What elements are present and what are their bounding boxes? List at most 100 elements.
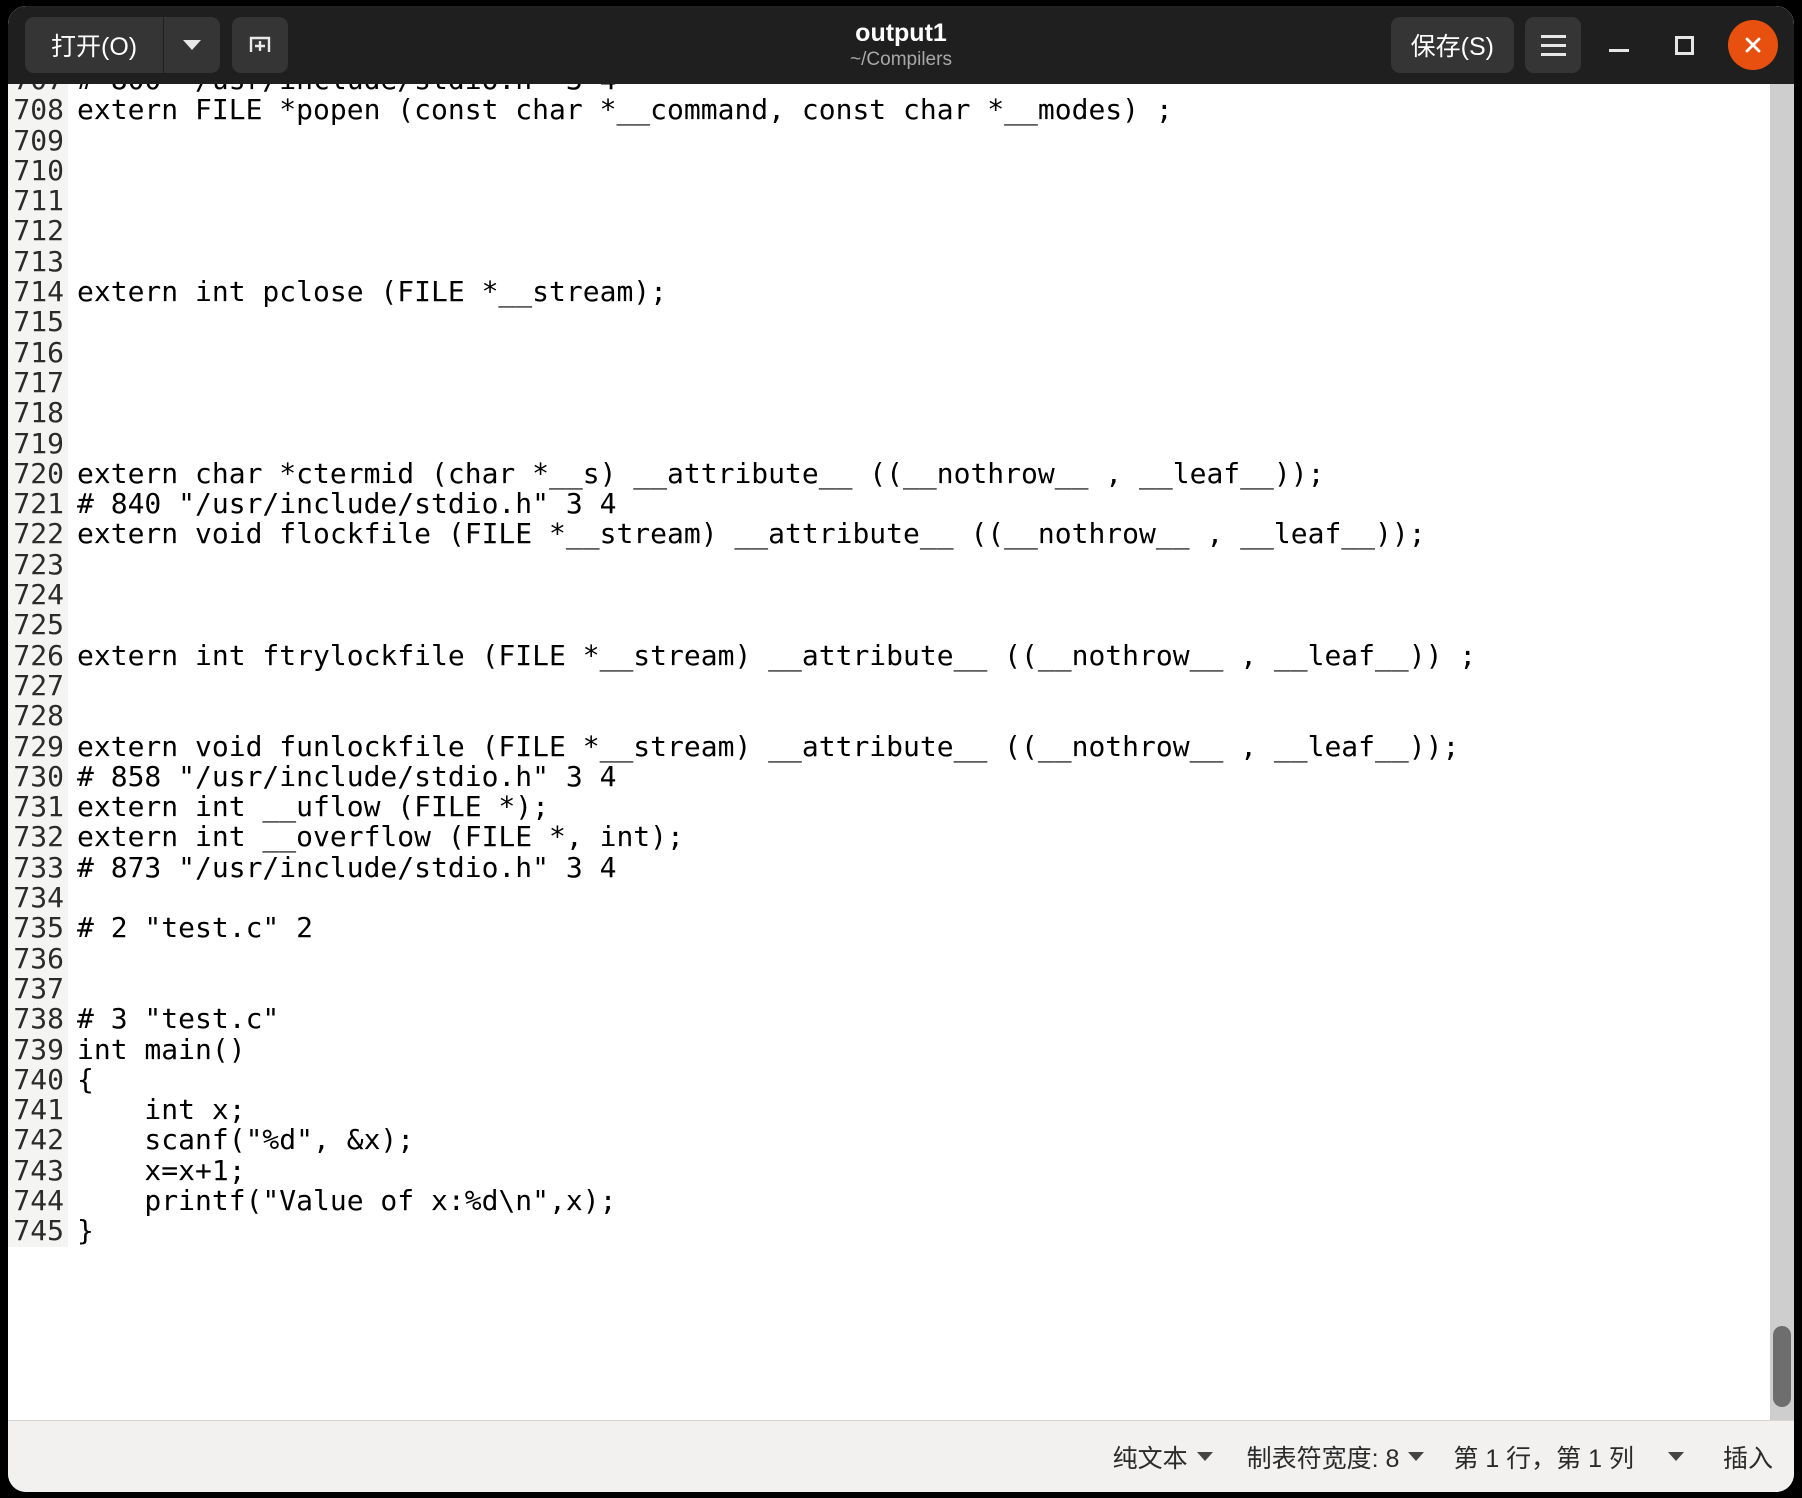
line-text[interactable] [68, 944, 1770, 974]
line-text[interactable]: extern void flockfile (FILE *__stream) _… [68, 519, 1770, 550]
minimize-button[interactable] [1592, 18, 1646, 72]
close-icon [1745, 37, 1761, 53]
line-text[interactable] [68, 156, 1770, 186]
code-line: 724 [8, 579, 1770, 611]
hamburger-menu-icon [1540, 34, 1566, 56]
line-text[interactable]: # 840 "/usr/include/stdio.h" 3 4 [68, 488, 1770, 519]
code-line: 721 # 840 "/usr/include/stdio.h" 3 4 [8, 488, 1770, 520]
code-line: 718 [8, 397, 1770, 429]
chevron-down-icon [1667, 1452, 1684, 1461]
line-text[interactable] [68, 701, 1770, 731]
line-number: 732 [8, 822, 68, 853]
open-dropdown-button[interactable] [164, 17, 221, 73]
line-text[interactable]: x=x+1; [68, 1155, 1770, 1186]
code-line: 743 x=x+1; [8, 1155, 1770, 1186]
line-text[interactable] [68, 368, 1770, 398]
line-text[interactable] [68, 883, 1770, 913]
code-line: 734 [8, 882, 1770, 914]
line-text[interactable] [68, 126, 1770, 156]
line-number: 730 [8, 761, 68, 793]
line-text[interactable]: scanf("%d", &x); [68, 1125, 1770, 1156]
line-number: 742 [8, 1125, 68, 1156]
line-text[interactable] [68, 338, 1770, 368]
line-text[interactable]: int x; [68, 1094, 1770, 1125]
line-number: 734 [8, 882, 68, 914]
line-number: 738 [8, 1003, 68, 1035]
line-number: 727 [8, 670, 68, 702]
code-line: 722 extern void flockfile (FILE *__stream… [8, 519, 1770, 550]
line-text[interactable] [68, 671, 1770, 701]
line-text[interactable]: extern void funlockfile (FILE *__stream)… [68, 731, 1770, 762]
code-line: 740{ [8, 1064, 1770, 1096]
line-text[interactable] [68, 186, 1770, 216]
line-text[interactable]: # 873 "/usr/include/stdio.h" 3 4 [68, 852, 1770, 883]
code-line: 719 [8, 428, 1770, 459]
vertical-scrollbar-thumb[interactable] [1773, 1326, 1791, 1407]
status-bar: 纯文本 制表符宽度: 8 第 1 行，第 1 列 插入 [8, 1420, 1794, 1492]
new-document-button[interactable] [232, 17, 289, 73]
maximize-button[interactable] [1657, 18, 1711, 72]
line-number: 739 [8, 1034, 68, 1065]
maximize-icon [1674, 35, 1694, 55]
chevron-down-icon [1408, 1452, 1425, 1461]
line-text[interactable]: extern FILE *popen (const char *__comman… [68, 94, 1770, 125]
language-mode-selector[interactable]: 纯文本 [1096, 1421, 1230, 1492]
code-line: 728 [8, 700, 1770, 732]
tab-width-selector[interactable]: 制表符宽度: 8 [1230, 1421, 1442, 1492]
text-editor-view[interactable]: 707# 800 "/usr/include/stdio.h" 3 4708ex… [8, 84, 1770, 1420]
line-text[interactable] [68, 216, 1770, 246]
line-number: 724 [8, 579, 68, 611]
line-number: 710 [8, 155, 68, 187]
chevron-down-icon [1196, 1452, 1213, 1461]
code-line: 723 [8, 549, 1770, 581]
line-text[interactable]: extern int __overflow (FILE *, int); [68, 822, 1770, 853]
tab-width-label: 制表符宽度: 8 [1246, 1444, 1400, 1473]
line-text[interactable]: } [68, 1215, 1770, 1246]
vertical-scrollbar[interactable] [1770, 84, 1794, 1420]
code-line: 709 [8, 125, 1770, 156]
line-number: 736 [8, 943, 68, 974]
line-text[interactable] [68, 550, 1770, 580]
titlebar-left-actions: 打开(O) [8, 17, 289, 73]
code-line: 738 # 3 "test.c" [8, 1003, 1770, 1035]
line-text[interactable] [68, 429, 1770, 459]
code-line: 742 scanf("%d", &x); [8, 1125, 1770, 1156]
line-text[interactable]: printf("Value of x:%d\n",x); [68, 1185, 1770, 1216]
main-menu-button[interactable] [1525, 17, 1581, 73]
line-text[interactable]: extern int ftrylockfile (FILE *__stream)… [68, 640, 1770, 671]
line-number: 713 [8, 246, 68, 278]
line-text[interactable] [68, 307, 1770, 337]
line-text[interactable]: { [68, 1064, 1770, 1095]
open-button[interactable]: 打开(O) [25, 17, 165, 73]
code-line: 715 [8, 307, 1770, 338]
line-text[interactable]: extern char *ctermid (char *__s) __attri… [68, 458, 1770, 489]
line-text[interactable]: extern int pclose (FILE *__stream); [68, 276, 1770, 307]
line-text[interactable] [68, 398, 1770, 428]
line-number: 733 [8, 852, 68, 884]
save-button[interactable]: 保存(S) [1390, 17, 1514, 73]
line-text[interactable]: # 858 "/usr/include/stdio.h" 3 4 [68, 761, 1770, 792]
line-number: 721 [8, 488, 68, 520]
line-text[interactable] [68, 247, 1770, 277]
close-button[interactable] [1728, 20, 1778, 70]
page-subtitle: ~/Compilers [850, 48, 952, 70]
insert-mode-indicator[interactable]: 插入 [1706, 1421, 1790, 1492]
line-number: 728 [8, 700, 68, 732]
line-number: 726 [8, 640, 68, 671]
line-number: 743 [8, 1155, 68, 1186]
line-text[interactable] [68, 580, 1770, 610]
line-text[interactable] [68, 974, 1770, 1004]
code-line: 725 [8, 610, 1770, 641]
cursor-position-dropdown[interactable] [1646, 1421, 1706, 1492]
line-text[interactable]: # 3 "test.c" [68, 1003, 1770, 1034]
code-line: 714 extern int pclose (FILE *__stream); [8, 276, 1770, 308]
line-number: 737 [8, 973, 68, 1005]
line-number: 731 [8, 791, 68, 823]
line-number: 722 [8, 519, 68, 550]
line-text[interactable] [68, 610, 1770, 640]
line-text[interactable]: extern int __uflow (FILE *); [68, 791, 1770, 822]
line-number: 718 [8, 397, 68, 429]
line-text[interactable]: int main() [68, 1034, 1770, 1065]
code-line: 731 extern int __uflow (FILE *); [8, 791, 1770, 823]
line-text[interactable]: # 2 "test.c" 2 [68, 913, 1770, 944]
